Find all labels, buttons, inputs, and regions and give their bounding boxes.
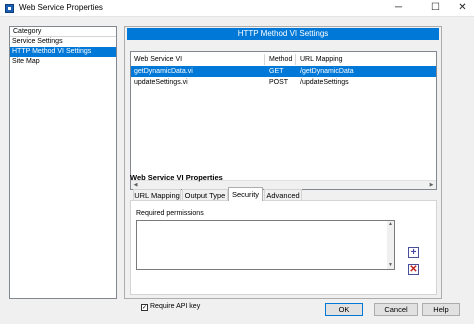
category-item-site-map[interactable]: Site Map: [10, 57, 116, 67]
minimize-button[interactable]: ─: [385, 0, 412, 17]
delete-icon: ✕: [409, 264, 418, 275]
close-button[interactable]: ✕: [449, 0, 474, 17]
properties-heading: Web Service VI Properties: [130, 173, 223, 182]
app-icon: [5, 4, 14, 13]
tab-security[interactable]: Security: [228, 187, 263, 201]
required-permissions-list[interactable]: ▲ ▼: [136, 220, 395, 270]
table-header: Web Service VI Method URL Mapping: [131, 54, 436, 65]
column-header-web-service-vi[interactable]: Web Service VI: [131, 54, 265, 65]
column-header-method[interactable]: Method: [266, 54, 296, 65]
cell-url: /getDynamicData: [300, 68, 354, 75]
cell-vi: updateSettings.vi: [134, 79, 188, 86]
cell-vi: getDynamicData.vi: [134, 68, 193, 75]
category-item-http-method-vi-settings[interactable]: HTTP Method VI Settings: [10, 47, 116, 57]
settings-panel: HTTP Method VI Settings Web Service VI M…: [124, 26, 442, 311]
help-button[interactable]: Help: [422, 303, 460, 316]
add-permission-button[interactable]: +: [408, 247, 419, 258]
cell-url: /updateSettings: [300, 79, 349, 86]
title-bar: Web Service Properties ─ ☐ ✕: [0, 0, 474, 17]
require-api-key-label: Require API key: [150, 303, 201, 310]
category-list[interactable]: Category Service Settings HTTP Method VI…: [9, 26, 117, 299]
remove-permission-button[interactable]: ✕: [408, 264, 419, 275]
plus-icon: +: [410, 247, 417, 258]
category-item-service-settings[interactable]: Service Settings: [10, 37, 116, 47]
security-tab-panel: Required permissions ▲ ▼ + ✕ ✓ Require A…: [130, 200, 437, 311]
vi-table[interactable]: Web Service VI Method URL Mapping getDyn…: [130, 51, 437, 190]
scroll-down-icon[interactable]: ▼: [387, 262, 394, 269]
scroll-right-icon[interactable]: ▶: [427, 181, 436, 189]
cell-method: GET: [269, 68, 284, 75]
cell-method: POST: [269, 79, 289, 86]
scroll-up-icon[interactable]: ▲: [387, 221, 394, 228]
maximize-button[interactable]: ☐: [422, 0, 449, 17]
section-title: HTTP Method VI Settings: [127, 28, 439, 40]
ok-button[interactable]: OK: [325, 303, 363, 316]
column-header-url-mapping[interactable]: URL Mapping: [297, 54, 436, 65]
require-api-key-checkbox[interactable]: ✓: [141, 304, 148, 311]
table-row[interactable]: updateSettings.vi POST /updateSettings: [131, 77, 436, 88]
category-header: Category: [10, 27, 116, 37]
required-permissions-label: Required permissions: [136, 210, 204, 217]
vertical-scrollbar[interactable]: ▲ ▼: [387, 221, 394, 269]
cancel-button[interactable]: Cancel: [374, 303, 418, 316]
table-row[interactable]: getDynamicData.vi GET /getDynamicData: [131, 66, 436, 77]
window-title: Web Service Properties: [19, 3, 103, 12]
